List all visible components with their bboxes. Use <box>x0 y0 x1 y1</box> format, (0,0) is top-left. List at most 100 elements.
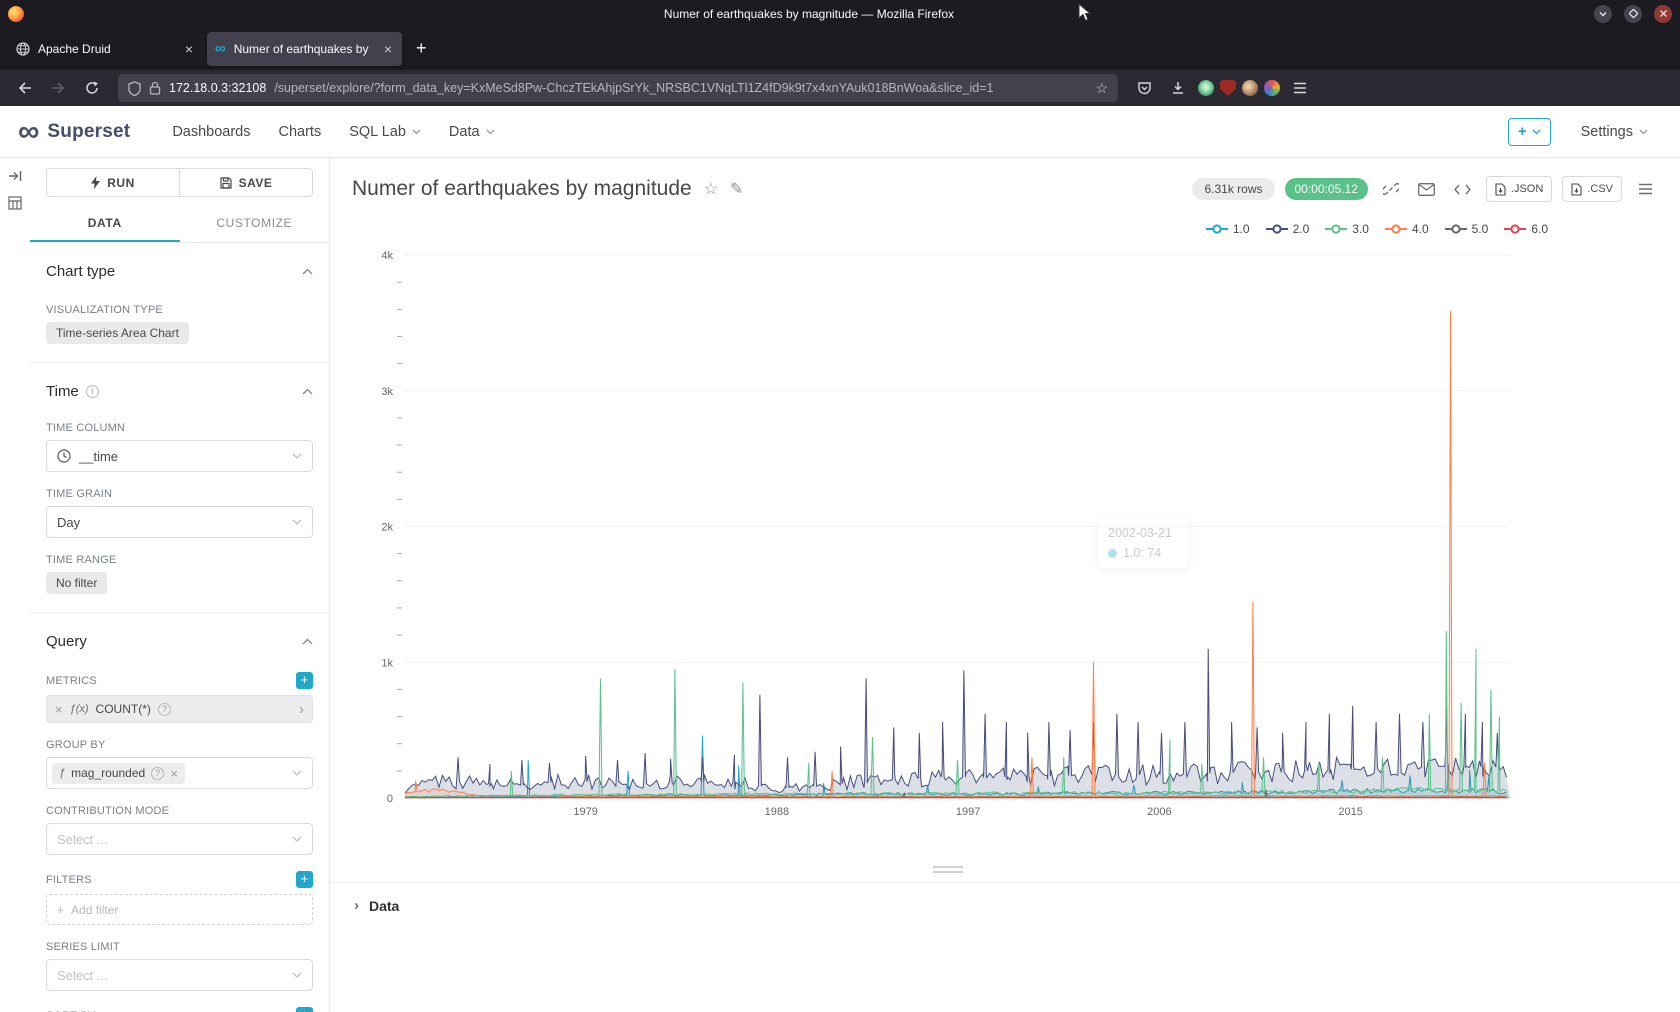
save-label: SAVE <box>239 176 273 190</box>
rows-badge: 6.31k rows <box>1192 178 1274 200</box>
contribution-mode-select[interactable]: Select ... <box>46 823 313 855</box>
expand-panel-icon[interactable] <box>8 170 22 182</box>
tab-apache-druid[interactable]: Apache Druid × <box>8 32 203 66</box>
time-range-pill[interactable]: No filter <box>46 572 107 594</box>
email-icon[interactable] <box>1414 176 1440 202</box>
new-tab-button[interactable]: + <box>406 38 437 59</box>
tab-close-icon[interactable]: × <box>382 41 394 57</box>
series-limit-label: SERIES LIMIT <box>46 941 313 953</box>
pocket-save-icon[interactable] <box>1130 75 1158 101</box>
run-button[interactable]: RUN <box>47 169 179 196</box>
superset-wordmark: Superset <box>47 121 130 143</box>
favorite-star-icon[interactable]: ☆ <box>704 179 718 199</box>
extension-icon-round[interactable] <box>1242 80 1258 96</box>
remove-groupby-icon[interactable]: × <box>170 766 178 781</box>
tab-close-icon[interactable]: × <box>183 41 195 57</box>
nav-settings[interactable]: Settings <box>1567 106 1662 158</box>
section-query[interactable]: Query <box>46 633 313 650</box>
time-column-label: TIME COLUMN <box>46 422 313 434</box>
download-file-icon <box>1571 183 1582 196</box>
extension-icon-green[interactable] <box>1198 80 1214 96</box>
run-label: RUN <box>107 176 135 190</box>
menu-hamburger-icon[interactable] <box>1286 75 1314 101</box>
export-json-button[interactable]: .JSON <box>1486 176 1552 202</box>
maximize-button[interactable] <box>1624 5 1642 23</box>
chart-menu-icon[interactable] <box>1632 176 1658 202</box>
window-titlebar[interactable]: Numer of earthquakes by magnitude — Mozi… <box>0 0 1680 27</box>
reload-button[interactable] <box>78 75 106 101</box>
bookmark-star-icon[interactable]: ☆ <box>1095 80 1108 97</box>
permalink-icon[interactable] <box>1378 176 1404 202</box>
nav-sql-lab[interactable]: SQL Lab <box>335 106 435 158</box>
add-filter-box[interactable]: + Add filter <box>46 894 313 925</box>
json-label: .JSON <box>1511 183 1543 195</box>
panel-resize-handle[interactable] <box>933 866 963 873</box>
legend-mark <box>1325 224 1347 234</box>
nav-charts[interactable]: Charts <box>265 106 336 158</box>
save-icon <box>220 177 232 189</box>
view-query-code-icon[interactable] <box>1450 176 1476 202</box>
tracking-shield-icon <box>128 81 141 96</box>
tooltip-date: 2002-03-21 <box>1108 526 1178 540</box>
time-grain-select[interactable]: Day <box>46 506 313 538</box>
save-button[interactable]: SAVE <box>179 169 312 196</box>
tab-earthquakes-chart[interactable]: ∞ Numer of earthquakes by × <box>207 32 402 66</box>
export-csv-button[interactable]: .CSV <box>1562 176 1622 202</box>
svg-text:2006: 2006 <box>1147 806 1171 818</box>
nav-dashboards[interactable]: Dashboards <box>158 106 264 158</box>
section-chart-type[interactable]: Chart type <box>46 263 313 280</box>
svg-text:1k: 1k <box>381 657 393 669</box>
legend-item-1.0[interactable]: 1.0 <box>1206 222 1250 236</box>
legend-item-6.0[interactable]: 6.0 <box>1504 222 1548 236</box>
downloads-icon[interactable] <box>1164 75 1192 101</box>
chart-plot[interactable]: 01k2k3k4k19791988199720062015 <box>340 243 1560 835</box>
viz-type-pill[interactable]: Time-series Area Chart <box>46 322 189 344</box>
legend-item-2.0[interactable]: 2.0 <box>1266 222 1310 236</box>
connection-lock-icon[interactable] <box>149 81 161 95</box>
help-icon: ? <box>158 703 171 716</box>
metric-chip-count[interactable]: × ƒ(x) COUNT(*) ? › <box>46 695 313 723</box>
back-button[interactable] <box>10 75 38 101</box>
url-bar[interactable]: 172.18.0.3:32108 /superset/explore/?form… <box>118 74 1118 102</box>
edit-title-icon[interactable]: ✎ <box>730 179 743 199</box>
time-column-select[interactable]: __time <box>46 440 313 472</box>
forward-button[interactable] <box>44 75 72 101</box>
close-window-button[interactable] <box>1654 5 1672 23</box>
results-panel-header[interactable]: › Data <box>354 897 1656 914</box>
section-time[interactable]: Time i <box>46 383 313 400</box>
groupby-select[interactable]: ƒ mag_rounded ? × <box>46 757 313 789</box>
legend-item-5.0[interactable]: 5.0 <box>1445 222 1489 236</box>
mouse-cursor <box>1078 3 1094 23</box>
minimize-button[interactable] <box>1594 5 1612 23</box>
legend-item-3.0[interactable]: 3.0 <box>1325 222 1369 236</box>
svg-text:0: 0 <box>387 793 393 805</box>
legend-label: 3.0 <box>1352 222 1369 236</box>
new-item-button[interactable]: + <box>1508 118 1551 146</box>
chevron-down-icon <box>292 972 302 978</box>
svg-text:1979: 1979 <box>573 806 597 818</box>
add-metric-button[interactable]: + <box>296 672 313 689</box>
superset-logo[interactable]: ∞ Superset <box>18 117 130 147</box>
globe-favicon <box>16 42 30 56</box>
section-title: Chart type <box>46 263 115 280</box>
window-title: Numer of earthquakes by magnitude — Mozi… <box>24 7 1594 21</box>
series-limit-select[interactable]: Select ... <box>46 959 313 991</box>
dataset-grid-icon[interactable] <box>8 196 22 210</box>
section-title: Query <box>46 633 87 650</box>
ublock-origin-icon[interactable] <box>1220 80 1236 96</box>
legend-item-4.0[interactable]: 4.0 <box>1385 222 1429 236</box>
timer-badge: 00:00:05.12 <box>1285 178 1368 200</box>
time-grain-label: TIME GRAIN <box>46 488 313 500</box>
metrics-label-text: METRICS <box>46 675 97 687</box>
tab-customize[interactable]: CUSTOMIZE <box>180 205 330 242</box>
chevron-right-icon: › <box>299 701 304 718</box>
add-filter-plus-button[interactable]: + <box>296 871 313 888</box>
extension-icon-asterisk[interactable] <box>1264 80 1280 96</box>
select-placeholder: Select ... <box>57 832 108 847</box>
nav-data[interactable]: Data <box>435 106 509 158</box>
remove-metric-icon[interactable]: × <box>55 702 63 717</box>
fx-icon: ƒ <box>59 767 65 779</box>
tab-data[interactable]: DATA <box>30 205 180 242</box>
groupby-chip[interactable]: ƒ mag_rounded ? × <box>52 763 185 784</box>
add-sort-by-button[interactable]: + <box>296 1007 313 1012</box>
